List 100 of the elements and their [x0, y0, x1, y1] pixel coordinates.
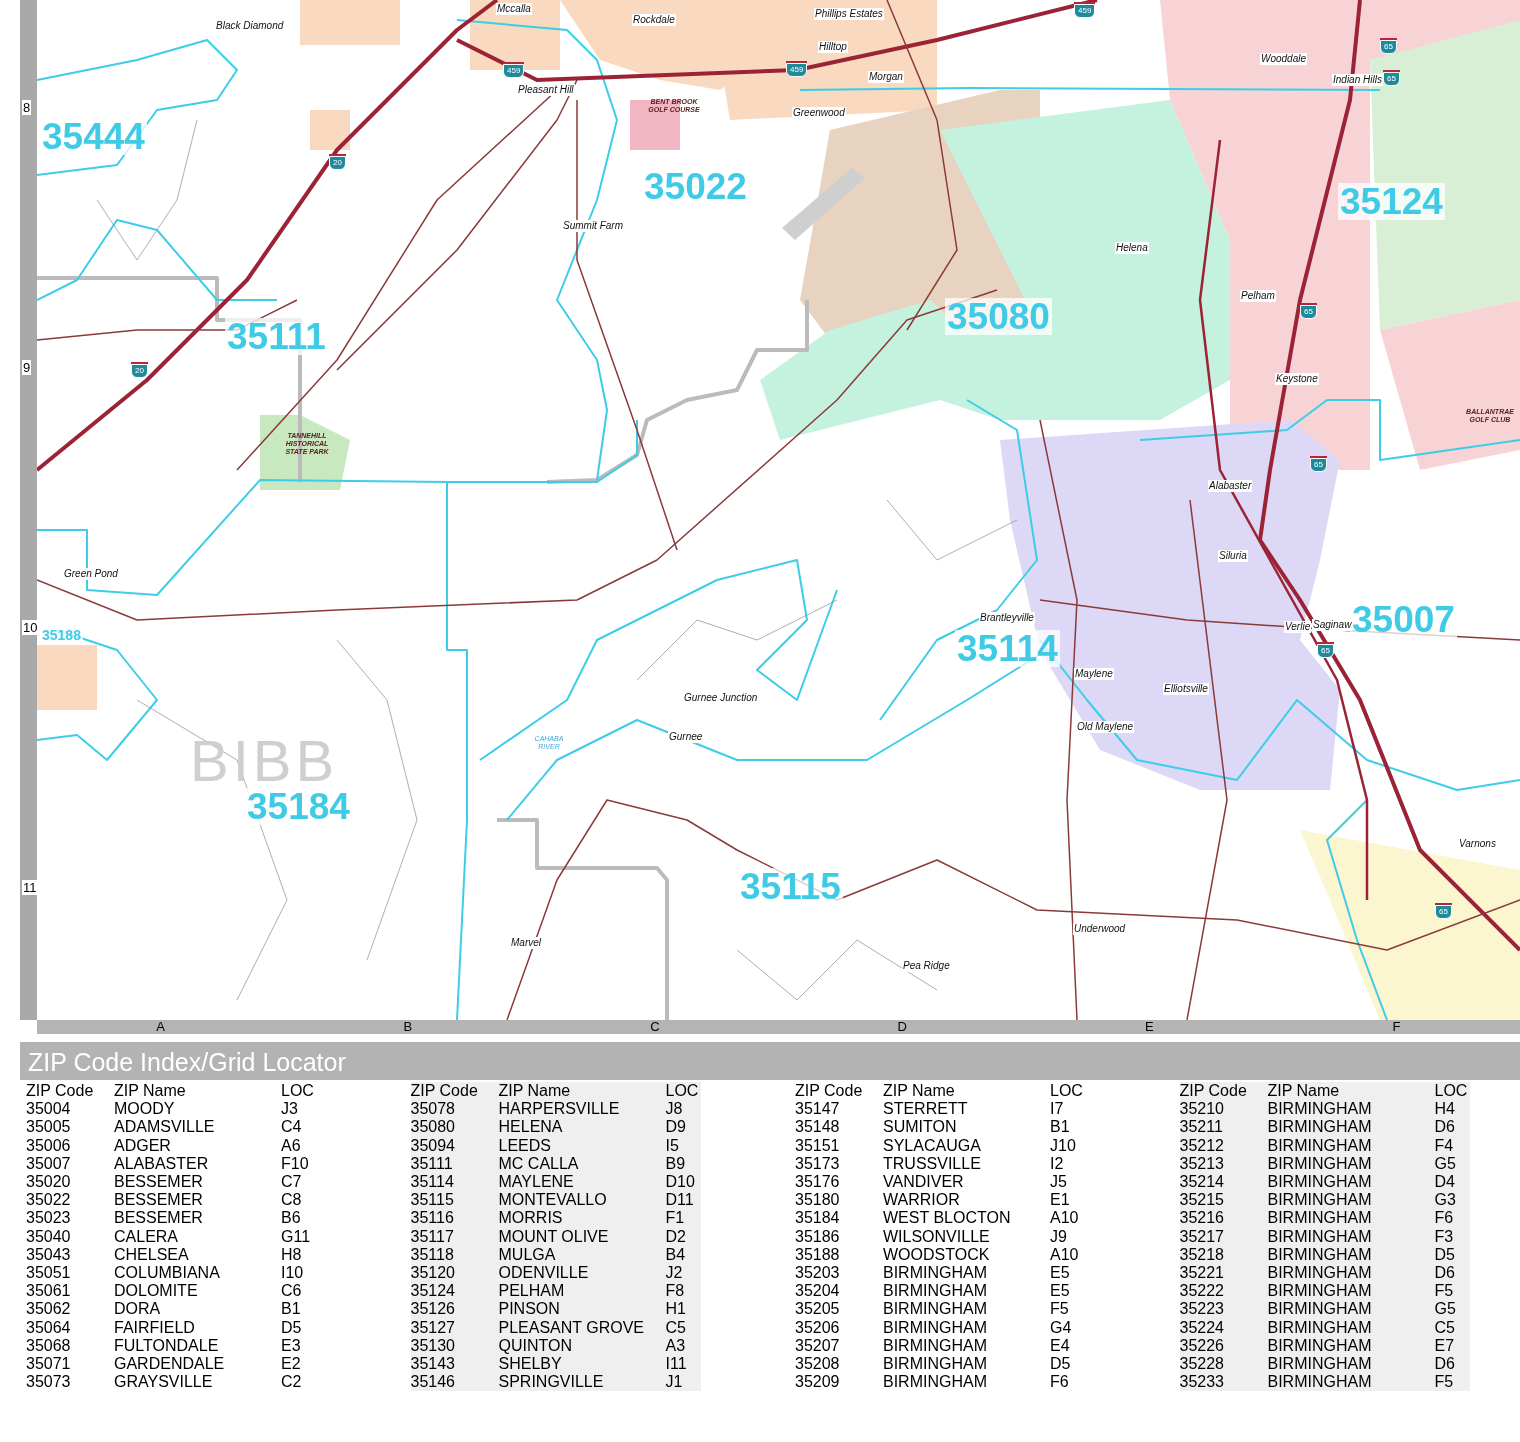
table-cell-text: 35207	[795, 1336, 841, 1356]
table-cell-text: 35204	[795, 1282, 841, 1301]
table-cell-text: 35221	[1179, 1264, 1225, 1283]
table-cell-text: 35114	[410, 1173, 455, 1192]
table-cell-text: BIRMINGHAM	[883, 1355, 988, 1374]
table-cell-text: MC CALLA	[498, 1154, 580, 1173]
place-label: Underwood	[1073, 923, 1127, 935]
table-cell-text: D2	[665, 1227, 687, 1246]
zip-code-label: 35124	[1338, 183, 1445, 220]
table-cell-text: 35061	[26, 1282, 72, 1301]
table-cell-text: F3	[1434, 1227, 1455, 1246]
column-header: ZIP Name	[498, 1082, 572, 1101]
table-cell-text: BIRMINGHAM	[1267, 1209, 1373, 1228]
column-header: ZIP Code	[1179, 1082, 1248, 1101]
table-cell-text: 35023	[26, 1209, 72, 1228]
table-cell-text: D9	[665, 1118, 687, 1137]
interstate-shield: 459	[1074, 4, 1096, 18]
table-cell-text: BIRMINGHAM	[883, 1373, 988, 1392]
section-title: ZIP Code Index/Grid Locator	[20, 1042, 1520, 1080]
column-header: ZIP Code	[410, 1082, 479, 1101]
place-label: Saginaw	[1312, 619, 1353, 631]
table-cell-text: 35094	[410, 1136, 456, 1155]
table-cell-text: BIRMINGHAM	[1267, 1282, 1373, 1301]
table-cell-text: D5	[1050, 1355, 1072, 1374]
table-cell-text: 35226	[1179, 1336, 1225, 1356]
place-label: Keystone	[1275, 373, 1319, 385]
table-cell-text: B9	[665, 1154, 687, 1173]
table-cell-text: E4	[1050, 1336, 1071, 1356]
place-label: Rockdale	[632, 14, 676, 26]
table-cell-text: D6	[1434, 1355, 1456, 1374]
table-cell-text: D6	[1434, 1264, 1456, 1283]
table-cell-text: WILSONVILLE	[883, 1227, 991, 1246]
column-header: ZIP Code	[795, 1082, 864, 1101]
table-cell-text: 35124	[410, 1282, 456, 1301]
place-label: Alabaster	[1208, 480, 1253, 492]
place-label: Gurnee Junction	[683, 692, 759, 704]
table-cell-text: MOODY	[114, 1100, 176, 1119]
table-cell-text: 35176	[795, 1173, 841, 1192]
place-label: Greenwood	[792, 107, 846, 119]
table-cell-text: 35051	[26, 1264, 72, 1283]
table-cell-text: 35130	[410, 1336, 456, 1356]
table-cell-text: 35080	[410, 1118, 456, 1137]
place-label: Brantleyville	[979, 612, 1035, 624]
table-cell-text: CHELSEA	[114, 1245, 190, 1265]
table-cell-text: F6	[1050, 1373, 1070, 1392]
table-cell-text: BIRMINGHAM	[1267, 1245, 1373, 1265]
table-cell-text: 35005	[26, 1118, 72, 1137]
table-cell-text: D11	[665, 1191, 695, 1210]
table-cell-text: 35217	[1179, 1227, 1225, 1246]
table-cell-text: DOLOMITE	[114, 1282, 199, 1301]
table-cell-text: C6	[281, 1282, 303, 1301]
place-label: Verlie	[1284, 621, 1312, 633]
table-cell-text: C8	[281, 1191, 303, 1210]
table-cell-text: G3	[1434, 1191, 1457, 1210]
table-cell-text: 35116	[410, 1209, 455, 1228]
table-cell-text: F5	[1434, 1282, 1455, 1301]
table-cell-text: 35073	[26, 1373, 72, 1392]
table-cell-text: FULTONDALE	[114, 1336, 220, 1356]
table-cell-text: 35223	[1179, 1300, 1225, 1319]
table-cell-text: 35186	[795, 1227, 841, 1246]
interstate-shield: 20	[131, 364, 148, 378]
table-cell-text: H4	[1434, 1100, 1456, 1119]
table-cell-text: 35213	[1179, 1154, 1225, 1173]
table-cell-text: ADGER	[114, 1136, 172, 1155]
table-cell-text: LEEDS	[498, 1136, 552, 1155]
table-cell-text: BIRMINGHAM	[1267, 1227, 1373, 1246]
zip-code-label: 35114	[955, 630, 1060, 667]
table-cell-text: F5	[1050, 1300, 1070, 1319]
interstate-shield: 65	[1435, 905, 1452, 919]
table-cell-text: A10	[1050, 1245, 1080, 1265]
table-cell-text: 35043	[26, 1245, 72, 1265]
table-cell-text: PLEASANT GROVE	[498, 1318, 646, 1337]
table-cell-text: CALERA	[114, 1227, 180, 1246]
column-label: B	[403, 1020, 413, 1034]
zip-code-label: 35080	[945, 298, 1052, 335]
table-cell-text: B1	[281, 1300, 302, 1319]
table-cell-text: I2	[1050, 1154, 1065, 1173]
table-cell-text: 35184	[795, 1209, 841, 1228]
table-cell-text: 35208	[795, 1355, 841, 1374]
table-cell-text: I5	[665, 1136, 680, 1155]
table-cell-text: E1	[1050, 1191, 1071, 1210]
table-cell-text: F10	[281, 1154, 310, 1173]
place-label: Old Maylene	[1076, 721, 1135, 733]
table-cell-text: BIRMINGHAM	[1267, 1373, 1373, 1392]
table-cell-text: 35143	[410, 1355, 456, 1374]
table-cell-text: D6	[1434, 1118, 1456, 1137]
table-cell-text: A3	[665, 1336, 687, 1356]
zip-code-label: 35188	[40, 628, 83, 642]
interstate-shield: 459	[503, 64, 525, 78]
column-header: ZIP Code	[26, 1082, 95, 1101]
table-cell-text: F8	[665, 1282, 686, 1301]
table-cell-text: D5	[1434, 1245, 1456, 1265]
table-cell-text: G5	[1434, 1300, 1457, 1319]
table-cell-text: 35020	[26, 1173, 72, 1192]
table-cell-text: 35206	[795, 1318, 841, 1337]
place-label: Maylene	[1074, 668, 1114, 680]
table-cell-text: BIRMINGHAM	[1267, 1136, 1373, 1155]
place-label: Elliotsville	[1163, 683, 1209, 695]
table-cell-text: 35148	[795, 1118, 841, 1137]
table-cell-text: 35233	[1179, 1373, 1225, 1392]
